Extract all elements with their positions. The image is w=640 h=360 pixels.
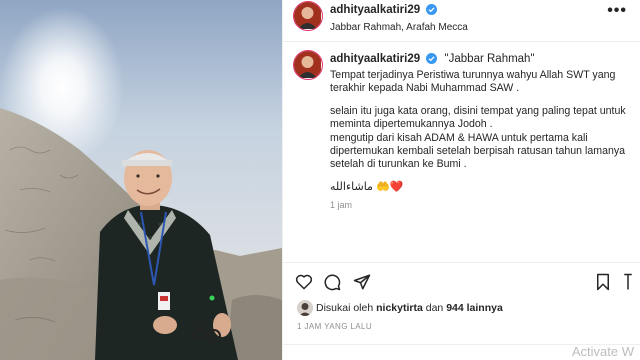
post-photo-image [0,0,282,360]
author-username-line[interactable]: adhityaalkatiri29 [330,4,438,18]
paper-plane-icon[interactable] [353,273,371,296]
avatar-image [294,51,321,78]
caption-header: adhityaalkatiri29 "Jabbar Rahmah" [330,53,535,67]
liker-avatar-image [297,300,313,316]
speech-bubble-icon[interactable] [323,273,341,296]
post-photo[interactable] [0,0,282,360]
caption-paragraph: mengutip dari kisah ADAM & HAWA untuk pe… [330,132,626,171]
expand-icon[interactable] [621,273,635,296]
os-activation-watermark: Activate W [571,344,634,359]
caption-paragraph: Tempat terjadinya Peristiwa turunnya wah… [330,69,616,95]
avatar-image [294,2,321,29]
heart-outline-icon[interactable] [295,273,313,295]
author-avatar[interactable] [293,1,323,31]
more-options-button[interactable]: ••• [607,2,627,20]
likes-connector: dan [425,302,444,314]
caption-avatar[interactable] [293,50,323,80]
caption-timestamp[interactable]: 1 jam [330,200,352,210]
caption-username[interactable]: adhityaalkatiri29 [330,53,420,65]
caption-emoji-line: ماشاءالله 🤲❤️ [330,181,404,193]
verified-badge-icon [426,53,438,67]
post-detail-pane: adhityaalkatiri29 Jabbar Rahmah, Arafah … [282,0,640,360]
post-actions-bar [283,262,640,298]
caption-paragraph: selain itu juga kata orang, disini tempa… [330,105,626,131]
verified-badge-icon [426,4,438,18]
post-header: adhityaalkatiri29 Jabbar Rahmah, Arafah … [283,0,640,42]
post-location[interactable]: Jabbar Rahmah, Arafah Mecca [330,22,468,33]
bookmark-icon[interactable] [595,273,611,296]
likes-count[interactable]: 944 lainnya [446,302,503,314]
likes-row: Disukai oleh nickytirta dan 944 lainnya [283,298,640,318]
liker-avatar[interactable] [297,300,313,316]
likes-summary[interactable]: Disukai oleh nickytirta dan 944 lainnya [316,302,503,314]
caption-title: "Jabbar Rahmah" [444,53,535,65]
likes-prefix: Disukai oleh [316,302,374,314]
liker-username[interactable]: nickytirta [376,302,423,314]
post-timestamp[interactable]: 1 JAM YANG LALU [297,322,372,331]
author-username[interactable]: adhityaalkatiri29 [330,4,420,16]
